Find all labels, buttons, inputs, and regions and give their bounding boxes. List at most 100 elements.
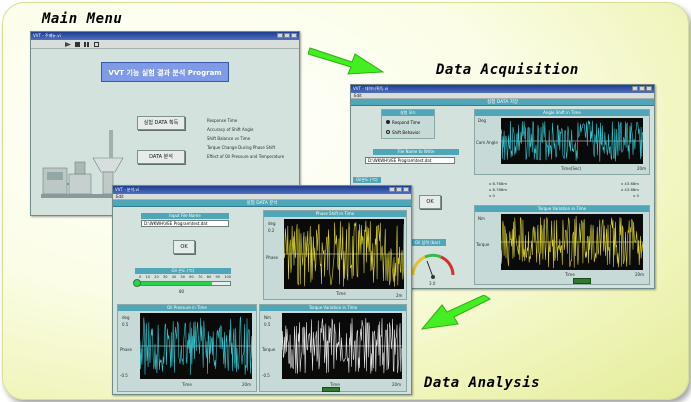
acq-torque-title: Torque Variation in Time — [475, 206, 649, 212]
file-to-write-input[interactable]: D:\WKWH\VEE Program\test.dat — [365, 157, 455, 164]
stop-icon[interactable] — [75, 42, 80, 47]
analysis-header: 실험 DATA 분석 — [113, 200, 411, 207]
data-acquisition-caption: Data Acquisition — [436, 62, 579, 78]
feature-item: Torque Change During Phase Shift — [207, 145, 276, 150]
oilp-y-label: Phase — [120, 347, 132, 352]
main-menu-toolbar — [31, 40, 299, 49]
mode-option-respond[interactable]: Respond Time — [386, 120, 420, 125]
analysis-torque-y-bottom: -0.5 — [262, 373, 270, 378]
acq-torque-panel: Torque Variation in Time Nm Torque Time … — [474, 205, 650, 285]
angle-plot[interactable] — [501, 118, 643, 164]
oil-pressure-plot-title: Oil Pressure in Time — [118, 305, 256, 311]
main-banner: VVT 기능 실험 결과 분석 Program — [101, 62, 229, 82]
phase-x-end: 2m — [396, 293, 403, 298]
phase-trace — [284, 220, 404, 287]
angle-plot-title: Angle Shift in Time — [475, 110, 649, 116]
analysis-torque-plot[interactable] — [282, 313, 402, 379]
acquisition-title: VVT - 데이터획득.vi — [353, 86, 389, 91]
oil-pressure-value: 3.0 — [429, 281, 436, 286]
arrow-to-analysis-icon — [420, 295, 491, 330]
acq-torque-x-label: Time — [565, 272, 575, 277]
phase-y-tick: 0.2 — [268, 228, 275, 233]
acquisition-header: 실험 DATA 저장 — [351, 99, 654, 106]
data-analysis-caption: Data Analysis — [424, 375, 541, 391]
acq-torque-plot[interactable] — [501, 214, 643, 270]
analysis-torque-scrollbar[interactable] — [322, 387, 340, 392]
analysis-torque-x-end: 20m — [392, 382, 401, 387]
input-file-input[interactable]: D:\WKWH\VEE Program\test.dat — [141, 220, 229, 227]
oil-pressure-label: Oil 압력 (bar) — [409, 239, 447, 246]
close-icon[interactable] — [291, 33, 297, 38]
analysis-oil-temp-knob[interactable] — [133, 279, 141, 287]
run-icon[interactable] — [65, 42, 71, 47]
maximize-icon[interactable] — [639, 86, 645, 91]
data-analysis-button[interactable]: DATA 분석 — [137, 150, 185, 164]
angle-trace — [501, 120, 643, 162]
phase-plot[interactable] — [284, 219, 404, 289]
minimize-icon[interactable] — [632, 86, 638, 91]
pause-icon[interactable] — [84, 42, 89, 47]
analysis-torque-y-tick: 0.5 — [264, 322, 271, 327]
mode-option-shift[interactable]: Shift Behavior — [386, 130, 420, 135]
analysis-torque-panel: Torque Variation in Time Nm 0.5 Torque -… — [259, 304, 407, 392]
arrow-to-acquisition-icon — [308, 47, 385, 75]
acq-torque-trace — [501, 215, 643, 269]
acq-torque-y-unit: Nm — [478, 216, 485, 221]
angle-plot-panel: Angle Shift in Time Deg Cam Angle Time(S… — [474, 109, 650, 175]
acquisition-ok-button[interactable]: OK — [419, 195, 441, 209]
oil-pressure-plot-panel: Oil Pressure in Time deg 0.5 Phase -0.5 … — [117, 304, 257, 392]
feature-item: Accuracy of Shift Angle — [207, 127, 254, 132]
phase-y-unit: deg — [268, 221, 276, 226]
close-icon[interactable] — [646, 86, 652, 91]
acq-torque-y-label: Torque — [476, 242, 490, 247]
stats-panel: x 8.768m x 43.68m x 8.768m x 43.68m x 0x 0 — [489, 181, 639, 201]
acq-torque-x-end: 20m — [635, 272, 644, 277]
file-to-write-label: File Name to Write — [373, 149, 459, 155]
minimize-icon[interactable] — [389, 187, 395, 192]
main-menu-caption: Main Menu — [42, 11, 123, 27]
oil-pressure-trace — [140, 316, 252, 375]
analysis-window: VVT - 분석.vi Edit 실험 DATA 분석 Input File N… — [112, 185, 412, 395]
main-menu-title: VVT - 주메뉴.vi — [33, 33, 61, 38]
angle-x-end: 20m — [637, 166, 646, 171]
analysis-oil-temp-label: Oil 온도 (℃) — [135, 268, 231, 274]
radio-icon — [386, 130, 390, 134]
analysis-torque-y-label: Torque — [262, 347, 276, 352]
analysis-title: VVT - 분석.vi — [115, 187, 140, 192]
oilp-x-end: 20m — [242, 382, 251, 387]
maximize-icon[interactable] — [396, 187, 402, 192]
stat-value: x 0 — [633, 193, 639, 198]
oil-pressure-meter — [411, 253, 455, 279]
tool-icon[interactable] — [94, 42, 99, 47]
oil-temp-label: Oil온도 (℃) — [353, 177, 381, 183]
acq-torque-scrollbar[interactable] — [573, 278, 591, 284]
analysis-titlebar[interactable]: VVT - 분석.vi — [113, 186, 411, 194]
radio-selected-icon — [386, 120, 390, 124]
feature-item: Response Time — [207, 118, 238, 123]
analysis-oil-temp-fill — [140, 282, 212, 285]
analysis-oil-temp-slider[interactable] — [139, 281, 231, 286]
oilp-y-unit: deg — [122, 315, 130, 320]
close-icon[interactable] — [403, 187, 409, 192]
input-file-label: Input File Name — [141, 213, 229, 219]
maximize-icon[interactable] — [284, 33, 290, 38]
feature-item: Effect of Oil Pressure and Temperature — [207, 154, 285, 159]
mode-panel-title: 실험 모드 — [382, 110, 434, 116]
oil-pressure-plot[interactable] — [140, 313, 252, 379]
oilp-x-label: Time — [182, 382, 192, 387]
minimize-icon[interactable] — [277, 33, 283, 38]
analysis-ok-button[interactable]: OK — [173, 240, 195, 254]
main-menu-titlebar[interactable]: VVT - 주메뉴.vi — [31, 32, 299, 40]
acquisition-titlebar[interactable]: VVT - 데이터획득.vi — [351, 85, 654, 93]
angle-y-label: Cam Angle — [476, 140, 498, 145]
analysis-oil-temp-scale: 0 10 20 30 40 50 60 70 80 90 100 — [139, 275, 231, 279]
acquire-data-button[interactable]: 실험 DATA 획득 — [137, 116, 185, 130]
feature-list: Response Time Accuracy of Shift Angle Sh… — [207, 116, 284, 161]
phase-y-label: Phase — [266, 255, 278, 260]
angle-x-label: Time(Sec) — [561, 166, 582, 171]
analysis-oil-temp-value: 80 — [179, 289, 185, 294]
phase-plot-title: Phase Shift in Time — [264, 211, 406, 217]
oilp-y-tick: 0.5 — [122, 322, 129, 327]
phase-plot-panel: Phase Shift in Time deg 0.2 Phase Time 2… — [263, 210, 407, 300]
analysis-torque-y-unit: Nm — [264, 315, 271, 320]
